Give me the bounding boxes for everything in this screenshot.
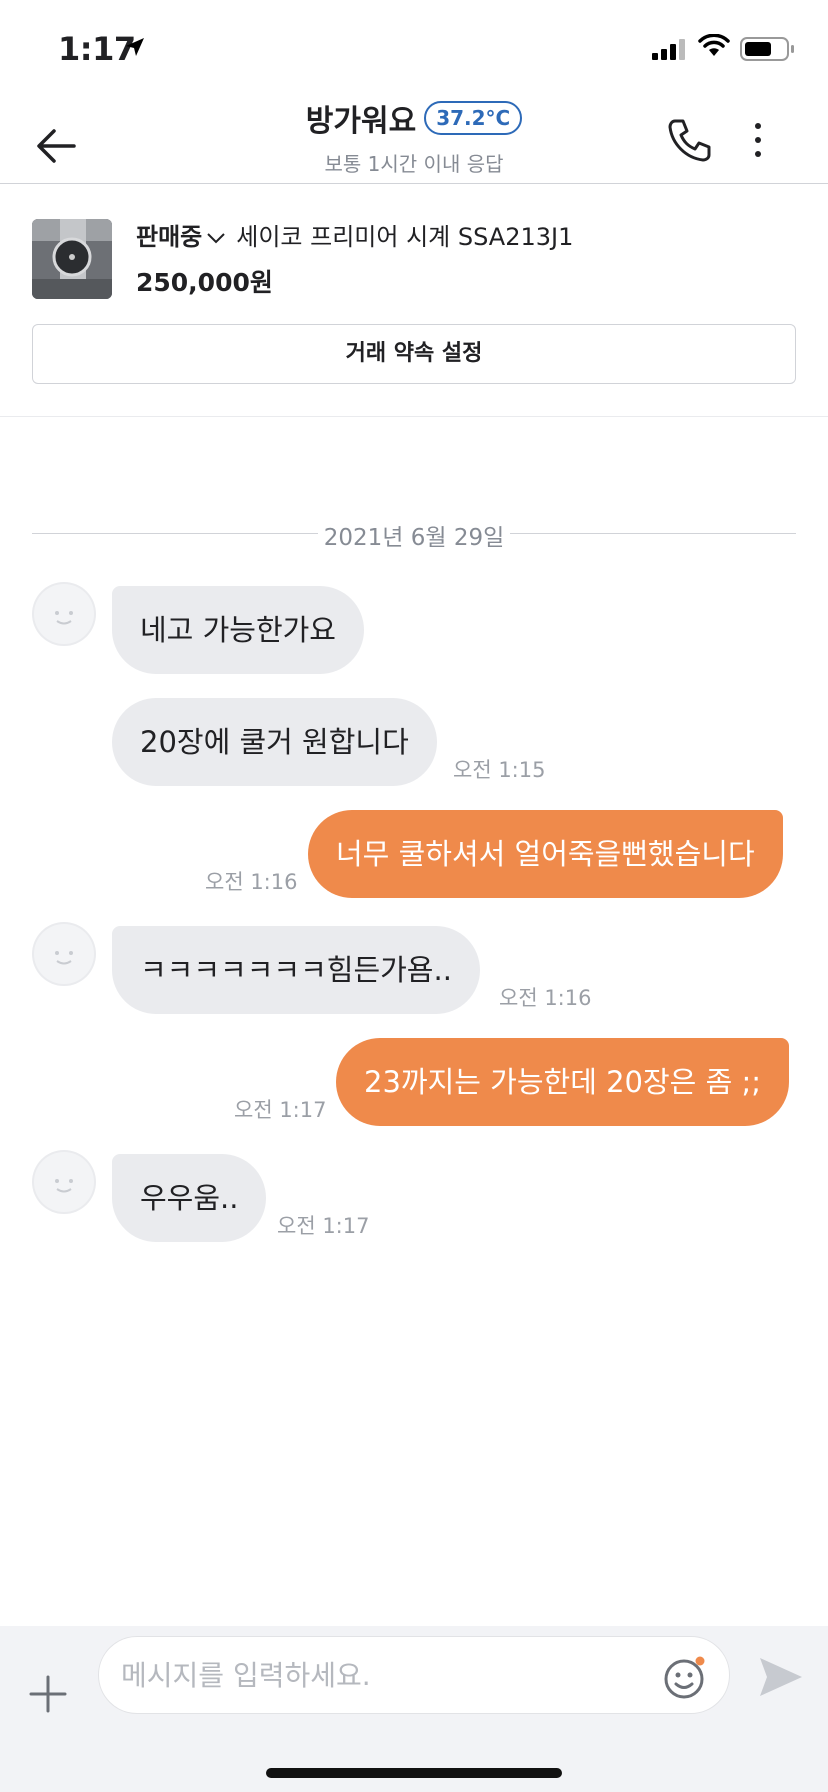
message-time: 오전 1:16 xyxy=(499,986,592,1010)
sale-status-dropdown[interactable]: 판매중 xyxy=(136,223,202,251)
message-bubble-outgoing[interactable]: 23까지는 가능한데 20장은 좀 ;; xyxy=(336,1038,790,1126)
avatar[interactable] xyxy=(32,922,96,986)
phone-call-icon[interactable] xyxy=(666,116,714,164)
set-appointment-button[interactable]: 거래 약속 설정 xyxy=(32,324,796,384)
message-time: 오전 1:15 xyxy=(453,758,546,782)
peer-name[interactable]: 방가워요 xyxy=(306,104,416,139)
date-separator: 2021년 6월 29일 xyxy=(32,518,796,551)
product-summary: 판매중 세이코 프리미어 시계 SSA213J1 250,000원 거래 약속 설… xyxy=(0,185,828,417)
message-bubble-outgoing[interactable]: 너무 쿨하셔서 얼어죽을뻔했습니다 xyxy=(308,810,783,898)
cellular-signal-icon xyxy=(652,39,685,60)
plus-icon[interactable] xyxy=(28,1674,68,1714)
manner-temperature-badge: 37.2°C xyxy=(424,101,523,135)
message-bubble-incoming[interactable]: ㅋㅋㅋㅋㅋㅋㅋ힘든가욤.. xyxy=(112,926,480,1014)
message-time: 오전 1:17 xyxy=(234,1098,327,1122)
wifi-icon xyxy=(698,34,730,56)
send-icon[interactable] xyxy=(758,1656,804,1698)
date-label: 2021년 6월 29일 xyxy=(321,525,507,551)
product-thumbnail[interactable] xyxy=(32,219,112,299)
avatar[interactable] xyxy=(32,582,96,646)
more-options-icon[interactable] xyxy=(746,118,770,162)
message-input-bar xyxy=(0,1626,828,1792)
message-bubble-incoming[interactable]: 우우움.. xyxy=(112,1154,267,1242)
avatar[interactable] xyxy=(32,1150,96,1214)
message-bubble-incoming[interactable]: 네고 가능한가요 xyxy=(112,586,364,674)
message-input[interactable] xyxy=(98,1636,730,1714)
emoji-icon[interactable] xyxy=(662,1656,706,1700)
message-bubble-incoming[interactable]: 20장에 쿨거 원합니다 xyxy=(112,698,437,786)
chevron-down-icon[interactable] xyxy=(206,231,226,245)
chat-header: 방가워요 37.2°C 보통 1시간 이내 응답 xyxy=(0,96,828,184)
product-price: 250,000원 xyxy=(136,268,273,297)
location-arrow-icon xyxy=(126,38,144,56)
message-time: 오전 1:16 xyxy=(205,870,298,894)
battery-icon xyxy=(740,37,794,61)
message-time: 오전 1:17 xyxy=(277,1214,370,1238)
home-indicator xyxy=(266,1768,562,1778)
product-title[interactable]: 세이코 프리미어 시계 SSA213J1 xyxy=(236,223,573,251)
product-title-line: 판매중 세이코 프리미어 시계 SSA213J1 xyxy=(136,217,573,252)
status-bar: 1:17 xyxy=(0,0,828,96)
